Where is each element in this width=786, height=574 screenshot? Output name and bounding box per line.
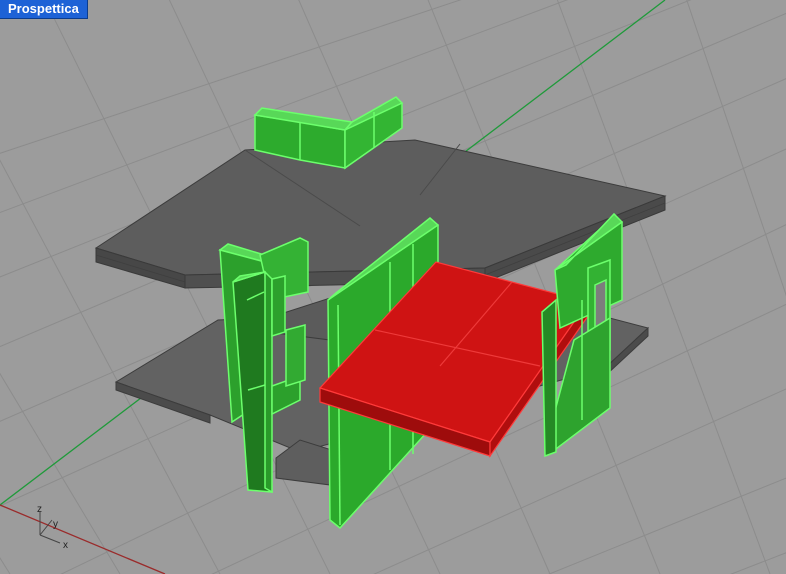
perspective-viewport[interactable]: z y x Prospettica [0, 0, 786, 574]
model-scene[interactable]: z y x [0, 0, 786, 574]
axis-y-label: y [53, 519, 58, 530]
axis-z-label: z [37, 504, 42, 515]
axis-x-label: x [63, 540, 68, 551]
viewport-title-tab[interactable]: Prospettica [0, 0, 88, 19]
